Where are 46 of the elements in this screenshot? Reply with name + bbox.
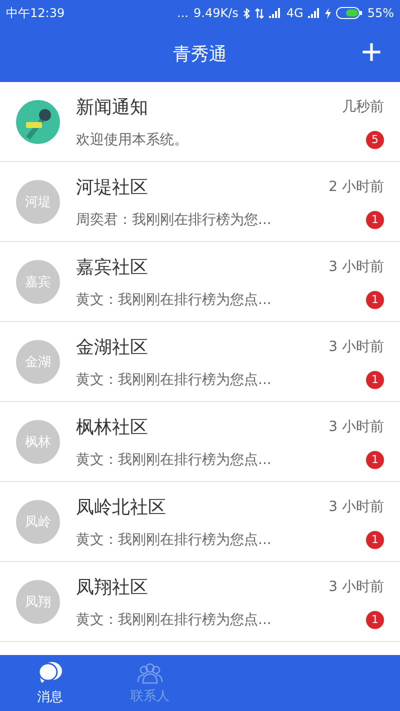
message-preview: 黄文：我刚刚在排行榜为您点... [76, 290, 272, 308]
battery-icon [336, 7, 362, 19]
chat-item[interactable]: 新闻通知 几秒前 欢迎使用本系统。 5 [0, 82, 400, 162]
message-preview: 黄文：我刚刚在排行榜为您点... [76, 450, 272, 468]
message-preview: 黄文：我刚刚在排行榜为您点... [76, 370, 272, 388]
chat-name: 河堤社区 [76, 176, 148, 198]
signal-icon [308, 8, 320, 18]
bluetooth-icon [243, 8, 250, 18]
unread-count: 5 [366, 130, 384, 148]
chat-bubbles-icon [37, 660, 63, 684]
unread-count: 1 [366, 290, 384, 308]
add-button[interactable]: + [356, 34, 386, 70]
message-preview: 黄文：我刚刚在排行榜为您点... [76, 530, 272, 548]
message-preview: 周奕君：我刚刚在排行榜为您... [76, 210, 272, 228]
message-preview: 黄文：我刚刚在排行榜为您点... [76, 610, 272, 628]
chat-time: 3 小时前 [328, 498, 384, 516]
chat-name: 枫林社区 [76, 416, 148, 438]
chat-time: 几秒前 [342, 98, 384, 116]
chat-name: 嘉宾社区 [76, 256, 148, 278]
chat-name: 凤翔社区 [76, 576, 148, 598]
message-preview: 欢迎使用本系统。 [76, 130, 188, 148]
tab[interactable]: 消息 [0, 655, 100, 711]
status-dots: ... [177, 6, 188, 20]
unread-count: 1 [366, 210, 384, 228]
chat-name: 凤岭北社区 [76, 496, 166, 518]
app-title: 青秀通 [173, 43, 227, 66]
unread-count: 1 [366, 610, 384, 628]
battery-percent: 55% [367, 6, 394, 20]
people-icon [136, 662, 164, 684]
chat-time: 2 小时前 [328, 178, 384, 196]
status-time: 中午12:39 [6, 4, 65, 22]
chat-time: 3 小时前 [328, 338, 384, 356]
chat-time: 3 小时前 [328, 418, 384, 436]
unread-count: 1 [366, 370, 384, 388]
data-arrows-icon [255, 8, 264, 18]
network-type: 4G [286, 6, 304, 20]
chat-name: 金湖社区 [76, 336, 148, 358]
chat-time: 3 小时前 [328, 578, 384, 596]
charging-bolt-icon [325, 8, 332, 18]
network-speed: 9.49K/s [194, 6, 238, 20]
unread-count: 1 [366, 530, 384, 548]
signal-icon [269, 8, 282, 18]
chat-name: 新闻通知 [76, 96, 148, 118]
microphone-logo-icon [16, 100, 60, 144]
chat-time: 3 小时前 [328, 258, 384, 276]
unread-count: 1 [366, 450, 384, 468]
